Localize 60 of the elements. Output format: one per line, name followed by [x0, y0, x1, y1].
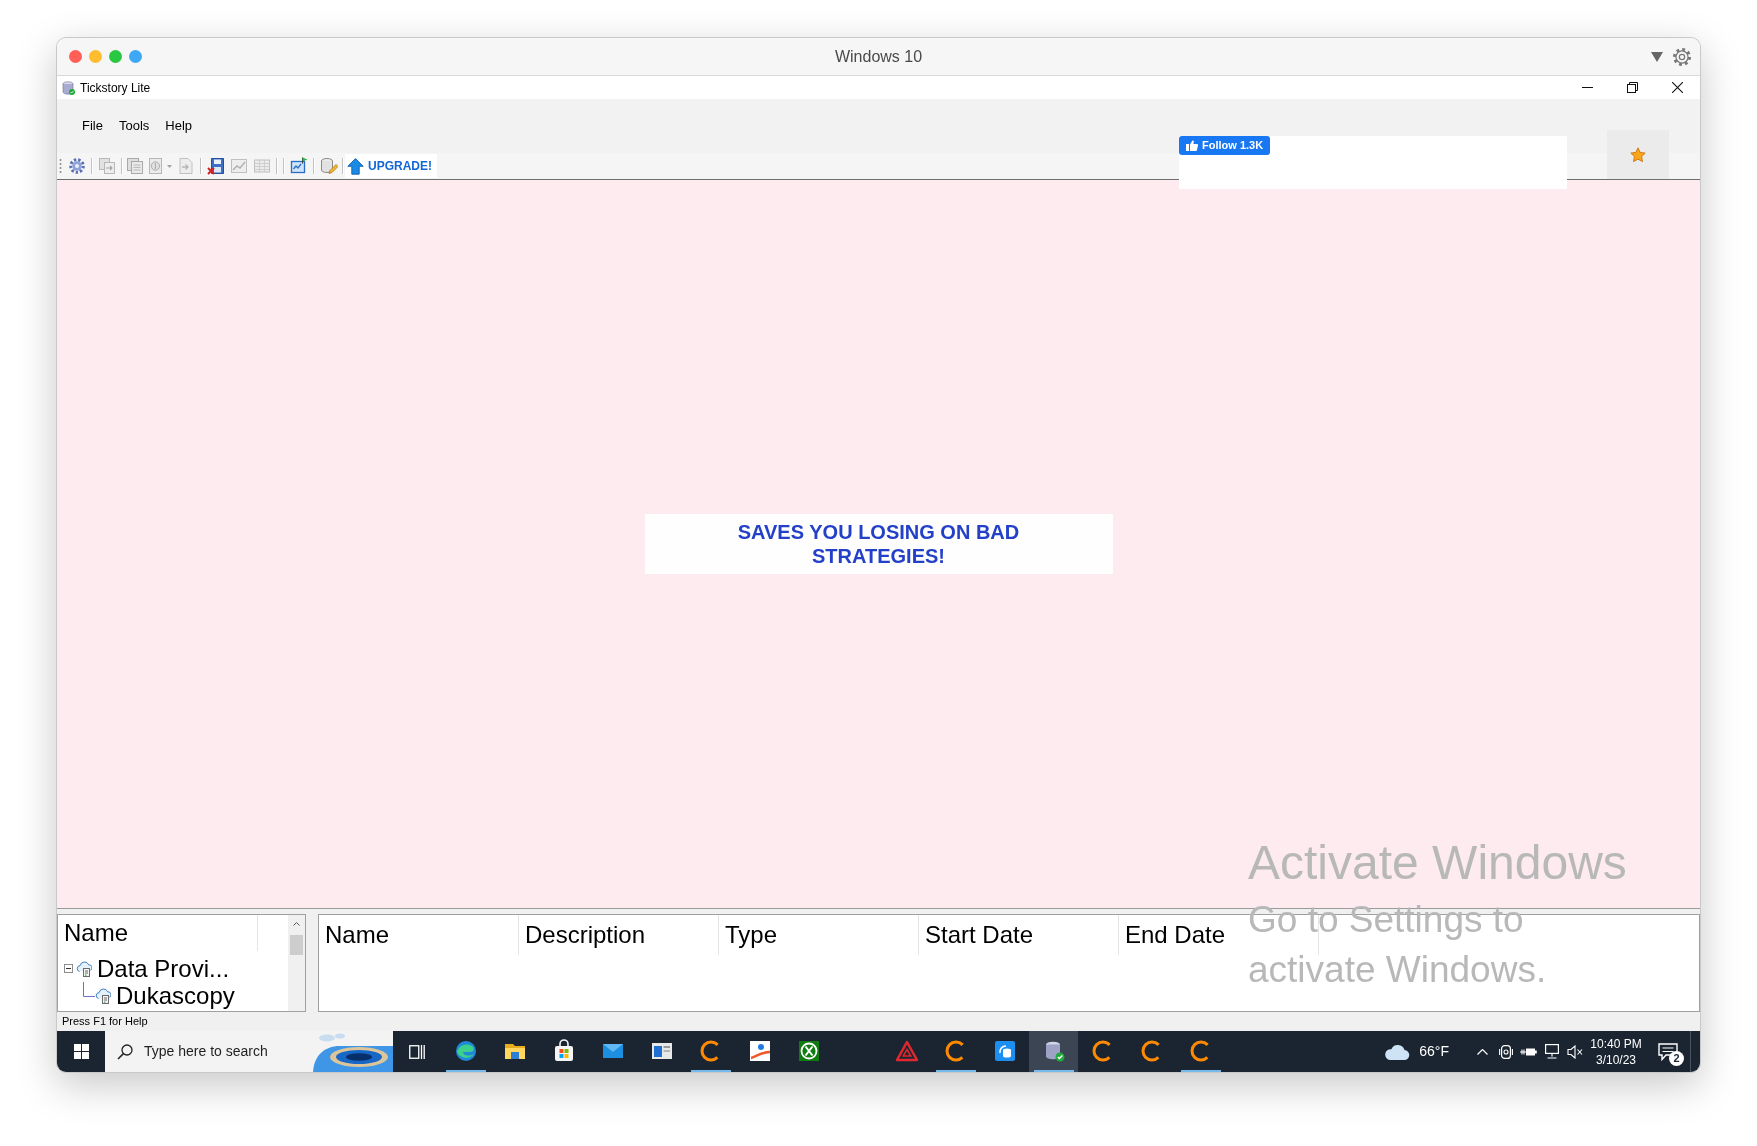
- scrollbar-thumb[interactable]: [290, 935, 303, 955]
- clock-date[interactable]: 3/10/23: [1595, 1051, 1636, 1068]
- restore-icon[interactable]: [1627, 82, 1638, 93]
- camera-icon[interactable]: [1498, 1043, 1513, 1060]
- app-title: Tickstory Lite: [80, 79, 151, 97]
- settings-icon[interactable]: [1673, 47, 1691, 66]
- ad-banner[interactable]: SAVES YOU LOSING ON BAD STRATEGIES!: [644, 514, 1113, 574]
- column-header[interactable]: Start Date: [925, 921, 1034, 949]
- window-title: Windows 10: [834, 46, 923, 67]
- task-view-icon[interactable]: [409, 1044, 425, 1059]
- follow-button[interactable]: Follow 1.3K: [1179, 136, 1271, 155]
- network-monitor-icon[interactable]: [1543, 1044, 1560, 1059]
- chevron-up-icon[interactable]: [1477, 1048, 1488, 1055]
- weather-temperature[interactable]: 66°F: [1419, 1041, 1449, 1062]
- search-box[interactable]: Type here to search: [105, 1031, 393, 1072]
- upgrade-button[interactable]: UPGRADE!: [345, 154, 437, 178]
- chart-flag-icon[interactable]: [289, 157, 308, 175]
- search-field[interactable]: Type here to search: [144, 1041, 304, 1062]
- cloud-server-icon: [95, 987, 111, 1004]
- speaker-muted-icon[interactable]: [1566, 1044, 1583, 1059]
- column-header[interactable]: Type: [725, 921, 778, 949]
- tree-connector-line: [83, 982, 95, 997]
- menu-item[interactable]: File: [74, 114, 111, 138]
- notification-badge: 2: [1669, 1051, 1684, 1066]
- column-header[interactable]: Name: [325, 921, 390, 949]
- minus-box-icon[interactable]: [64, 964, 73, 973]
- triangle-icon: [894, 1038, 919, 1063]
- cloud-icon[interactable]: [1384, 1043, 1411, 1060]
- column-header[interactable]: End Date: [1125, 921, 1226, 949]
- activation-title: Activate Windows: [1248, 838, 1627, 888]
- settings-icon[interactable]: [67, 157, 86, 175]
- four-squares-icon: [73, 1044, 89, 1059]
- clock-time[interactable]: 10:40 PM: [1590, 1035, 1642, 1052]
- column-header[interactable]: Name: [64, 919, 129, 947]
- dot-icon[interactable]: [129, 50, 142, 63]
- database-pencil-icon[interactable]: [319, 157, 338, 175]
- cloud-server-icon: [76, 960, 92, 977]
- close-icon[interactable]: [1672, 82, 1683, 93]
- x-tile-icon: [796, 1038, 821, 1063]
- notification-icon: [1658, 1042, 1678, 1061]
- notification-button[interactable]: 2: [1646, 1031, 1690, 1072]
- tree-item[interactable]: Dukascopy: [116, 982, 235, 1009]
- floppy-x-icon[interactable]: [206, 157, 225, 175]
- menu-item[interactable]: Help: [157, 114, 201, 138]
- dropdown-triangle-icon[interactable]: [1651, 51, 1663, 62]
- person-icon: [747, 1038, 772, 1063]
- menu-item[interactable]: Tools: [110, 114, 158, 138]
- status-bar: Press F1 for Help: [57, 1012, 1700, 1031]
- search-icon: [117, 1043, 133, 1060]
- database-tile-icon: [992, 1038, 1017, 1063]
- column-header[interactable]: Description: [525, 921, 646, 949]
- database-check-icon: [62, 80, 75, 95]
- swirl-icon: [453, 1038, 478, 1063]
- thumbs-up-icon: [1186, 140, 1198, 151]
- tree-item[interactable]: Data Provi...: [97, 955, 230, 982]
- scroll-up-icon[interactable]: [293, 922, 300, 926]
- arrow-up-icon: [347, 157, 364, 175]
- scrollbar-track[interactable]: [288, 915, 305, 1011]
- star-icon: [1630, 146, 1646, 163]
- grip-handle-icon[interactable]: [59, 158, 62, 174]
